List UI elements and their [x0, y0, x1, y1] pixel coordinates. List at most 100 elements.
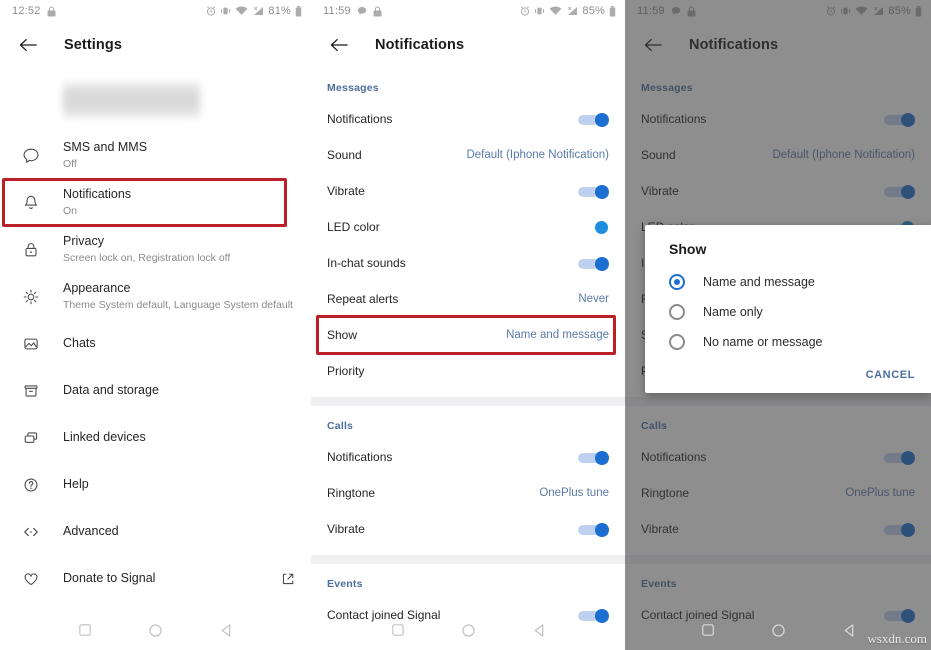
row-calls-vibrate[interactable]: Vibrate — [311, 511, 625, 547]
lock-icon — [687, 6, 696, 17]
settings-list: SMS and MMS Off Notifications On Privacy… — [0, 132, 311, 602]
toggle-switch[interactable] — [578, 522, 609, 537]
battery-icon — [915, 5, 922, 17]
app-bar-left: Settings — [0, 22, 311, 68]
toggle-switch[interactable] — [578, 450, 609, 465]
row-label: Sound — [327, 148, 362, 162]
toggle-switch — [884, 522, 915, 537]
sidebar-item-notifications[interactable]: Notifications On — [0, 179, 311, 226]
row-label: Sound — [641, 148, 676, 162]
row-label: Ringtone — [641, 486, 690, 500]
message-icon — [671, 6, 681, 16]
row-messages-show[interactable]: Show Name and message — [311, 317, 625, 353]
sidebar-item-sms-and-mms[interactable]: SMS and MMS Off — [0, 132, 311, 179]
sidebar-item-label: Help — [63, 477, 89, 491]
circle-icon[interactable] — [461, 623, 475, 637]
alarm-icon — [206, 6, 216, 16]
status-time: 11:59 — [323, 5, 351, 17]
toggle-switch[interactable] — [578, 256, 609, 271]
section-divider — [625, 397, 931, 406]
sidebar-item-privacy[interactable]: Privacy Screen lock on, Registration loc… — [0, 226, 311, 273]
lock-icon — [16, 241, 46, 259]
lock-icon — [47, 6, 56, 17]
status-time: 12:52 — [12, 5, 41, 17]
row-label: Notifications — [641, 450, 707, 464]
square-icon[interactable] — [701, 624, 714, 636]
sidebar-item-label: Notifications — [63, 187, 132, 201]
lock-icon — [373, 6, 382, 17]
option-name-only[interactable]: Name only — [645, 297, 931, 327]
row-calls-notifications: Notifications — [625, 439, 931, 475]
square-icon[interactable] — [391, 624, 404, 636]
back-arrow-icon[interactable] — [641, 33, 665, 57]
back-arrow-icon[interactable] — [16, 33, 40, 57]
circle-icon[interactable] — [771, 623, 785, 637]
row-value: OnePlus tune — [539, 487, 609, 499]
sidebar-item-label: Linked devices — [63, 430, 146, 444]
circle-icon[interactable] — [149, 623, 162, 637]
row-messages-repeat-alerts[interactable]: Repeat alerts Never — [311, 281, 625, 317]
toggle-switch[interactable] — [578, 112, 609, 127]
watermark: wsxdn.com — [867, 631, 927, 646]
toggle-switch — [884, 450, 915, 465]
section-divider — [311, 555, 625, 564]
row-label: Vibrate — [327, 522, 365, 536]
row-messages-sound[interactable]: Sound Default (Iphone Notification) — [311, 137, 625, 173]
battery-percent: 81% — [268, 5, 291, 17]
row-messages-vibrate[interactable]: Vibrate — [311, 173, 625, 209]
section-header-calls: Calls — [641, 420, 668, 432]
led-color-swatch[interactable] — [595, 220, 609, 234]
section-divider — [625, 555, 931, 564]
sidebar-item-sub: Theme System default, Language System de… — [63, 299, 293, 311]
toggle-switch — [884, 184, 915, 199]
row-label: Priority — [327, 364, 365, 378]
battery-percent: 85% — [888, 5, 911, 17]
square-icon[interactable] — [79, 624, 91, 636]
devices-icon — [16, 429, 46, 447]
row-value: Default (Iphone Notification) — [772, 149, 915, 161]
chat-bubble-icon — [16, 147, 46, 165]
row-value: OnePlus tune — [845, 487, 915, 499]
sidebar-item-label: Advanced — [63, 524, 119, 538]
toggle-switch[interactable] — [578, 184, 609, 199]
archive-icon — [16, 382, 46, 400]
sidebar-item-sub: On — [63, 205, 78, 217]
alarm-icon — [520, 6, 530, 16]
row-messages-led-color[interactable]: LED color — [311, 209, 625, 245]
sidebar-item-chats[interactable]: Chats — [0, 320, 311, 367]
triangle-back-icon[interactable] — [533, 623, 545, 637]
app-bar-middle: Notifications — [311, 22, 625, 68]
battery-icon — [609, 5, 616, 17]
sidebar-item-linked-devices[interactable]: Linked devices — [0, 414, 311, 461]
cancel-button[interactable]: CANCEL — [866, 369, 915, 381]
sidebar-item-donate-to-signal[interactable]: Donate to Signal — [0, 555, 311, 602]
triangle-back-icon[interactable] — [220, 623, 232, 637]
radio-unselected-icon[interactable] — [669, 304, 685, 320]
wifi-icon — [235, 6, 248, 16]
radio-selected-icon[interactable] — [669, 274, 685, 290]
row-messages-in-chat-sounds[interactable]: In-chat sounds — [311, 245, 625, 281]
row-calls-notifications[interactable]: Notifications — [311, 439, 625, 475]
row-calls-ringtone[interactable]: Ringtone OnePlus tune — [311, 475, 625, 511]
option-label: Name only — [703, 305, 763, 319]
sidebar-item-data-and-storage[interactable]: Data and storage — [0, 367, 311, 414]
signal-icon — [872, 6, 884, 16]
option-label: No name or message — [703, 335, 823, 349]
radio-unselected-icon[interactable] — [669, 334, 685, 350]
toggle-switch — [884, 112, 915, 127]
option-no-name-or-message[interactable]: No name or message — [645, 327, 931, 357]
row-label: LED color — [327, 220, 380, 234]
row-label: Show — [327, 328, 358, 342]
sidebar-item-advanced[interactable]: Advanced — [0, 508, 311, 555]
brightness-icon — [16, 288, 46, 306]
sidebar-item-label: SMS and MMS — [63, 140, 148, 154]
triangle-back-icon[interactable] — [843, 623, 855, 637]
sidebar-item-help[interactable]: Help — [0, 461, 311, 508]
sidebar-item-appearance[interactable]: Appearance Theme System default, Languag… — [0, 273, 311, 320]
row-messages-priority[interactable]: Priority — [311, 353, 625, 389]
back-arrow-icon[interactable] — [327, 33, 351, 57]
row-label: Vibrate — [641, 522, 679, 536]
option-name-and-message[interactable]: Name and message — [645, 267, 931, 297]
row-messages-notifications[interactable]: Notifications — [311, 101, 625, 137]
row-label: In-chat sounds — [327, 256, 406, 270]
